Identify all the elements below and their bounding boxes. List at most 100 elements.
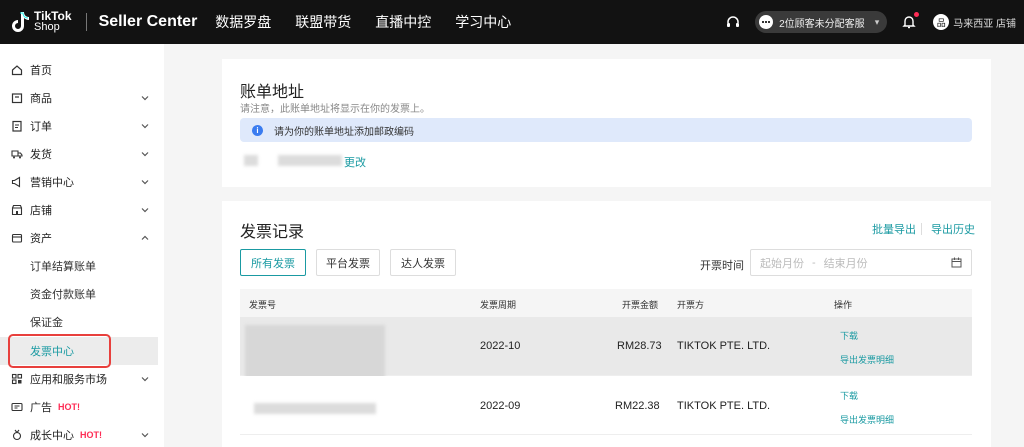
sidebar-item-growth-center[interactable]: 成长中心 HOT!	[0, 421, 164, 447]
chevron-down-icon	[141, 208, 149, 213]
chevron-down-icon	[141, 377, 149, 382]
growth-medal-icon	[12, 429, 22, 441]
billing-address-subtitle: 请注意，此账单地址将显示在你的发票上。	[240, 104, 430, 115]
table-row: 2022-09 RM22.38 TIKTOK PTE. LTD. 下载 导出发票…	[240, 376, 972, 435]
sidebar-item-label: 营销中心	[30, 177, 74, 189]
sidebar-sub-fund-payment[interactable]: 资金付款账单	[0, 280, 164, 308]
headset-icon[interactable]	[725, 14, 741, 30]
tab-all-invoices[interactable]: 所有发票	[240, 249, 306, 276]
date-range-separator: -	[812, 256, 816, 269]
top-navigation-bar: TikTok Shop Seller Center 数据罗盘 联盟带货 直播中控…	[0, 0, 1024, 44]
topbar-right-group: 2位顾客未分配客服 ▾ 品 马来西亚 店铺	[725, 0, 1024, 44]
chevron-down-icon: ▾	[874, 16, 880, 27]
postal-code-notice: i 请为你的账单地址添加邮政编码	[240, 118, 972, 142]
chevron-down-icon	[141, 433, 149, 438]
table-row: 2022-10 RM28.73 TIKTOK PTE. LTD. 下载 导出发票…	[240, 317, 972, 381]
invoice-table-header: 发票号 发票周期 开票金额 开票方 操作	[240, 289, 972, 317]
logo-wordmark: TikTok Shop	[34, 10, 72, 33]
notification-dot	[914, 12, 920, 17]
download-link[interactable]: 下载	[840, 389, 858, 402]
shop-name[interactable]: 马来西亚 店铺	[953, 15, 1016, 30]
nav-learning-center[interactable]: 学习中心	[455, 12, 511, 32]
sidebar-item-shipping[interactable]: 发货	[0, 140, 164, 168]
sidebar-item-assets[interactable]: 资产	[0, 224, 164, 252]
sidebar-item-products[interactable]: 商品	[0, 84, 164, 112]
column-header-issuer: 开票方	[677, 300, 705, 310]
tab-platform-invoices[interactable]: 平台发票	[316, 249, 380, 276]
redacted-invoice-number	[245, 325, 385, 381]
end-month-placeholder: 结束月份	[823, 257, 868, 270]
invoice-issuer: TIKTOK PTE. LTD.	[677, 340, 771, 352]
tab-creator-invoices[interactable]: 达人发票	[390, 249, 456, 276]
chevron-down-icon	[141, 96, 149, 101]
invoice-records-card: 发票记录 批量导出 导出历史 所有发票 平台发票 达人发票 开票时间 起始月份 …	[222, 201, 991, 447]
invoice-amount: RM28.73	[617, 340, 662, 352]
redacted-address	[244, 155, 258, 166]
column-header-actions: 操作	[834, 300, 853, 310]
billing-address-title: 账单地址	[240, 84, 305, 101]
seller-center-title[interactable]: Seller Center	[99, 13, 198, 31]
invoice-records-title: 发票记录	[240, 224, 305, 241]
tiktok-shop-logo[interactable]: TikTok Shop	[12, 10, 72, 33]
sidebar-item-store[interactable]: 店铺	[0, 196, 164, 224]
order-clipboard-icon	[12, 120, 22, 132]
bulk-export-link[interactable]: 批量导出	[872, 221, 916, 237]
chevron-down-icon	[141, 124, 149, 129]
sidebar-item-label: 资产	[30, 233, 52, 245]
notification-bell[interactable]	[901, 12, 920, 30]
link-divider	[921, 223, 922, 235]
sidebar-item-orders[interactable]: 订单	[0, 112, 164, 140]
sidebar-item-label: 发货	[30, 149, 52, 161]
column-header-period: 发票周期	[480, 300, 517, 310]
nav-data-compass[interactable]: 数据罗盘	[215, 12, 271, 32]
billing-address-card: 账单地址 请注意，此账单地址将显示在你的发票上。 i 请为你的账单地址添加邮政编…	[222, 59, 991, 187]
sidebar-sub-order-settlement[interactable]: 订单结算账单	[0, 252, 164, 280]
download-link[interactable]: 下载	[840, 329, 858, 342]
info-icon: i	[252, 124, 263, 136]
export-invoice-details-link[interactable]: 导出发票明细	[840, 353, 894, 366]
sidebar: 首页 商品 订单 发货 营销中心 店铺 资产 订单结算账单 资金付款账单 保证金…	[0, 44, 164, 447]
postal-code-notice-text: 请为你的账单地址添加邮政编码	[274, 126, 414, 138]
redacted-invoice-number	[254, 403, 376, 414]
megaphone-icon	[11, 176, 21, 188]
export-history-link[interactable]: 导出历史	[931, 221, 975, 237]
start-month-placeholder: 起始月份	[760, 257, 804, 270]
invoice-period: 2022-10	[480, 340, 521, 352]
store-icon	[11, 204, 23, 216]
product-box-icon	[11, 93, 23, 104]
redacted-address	[278, 155, 342, 166]
highlight-box	[8, 334, 111, 368]
export-invoice-details-link[interactable]: 导出发票明细	[840, 413, 894, 426]
invoice-date-label: 开票时间	[700, 260, 744, 272]
delivery-truck-icon	[11, 150, 23, 159]
sidebar-item-label: 成长中心	[30, 430, 74, 442]
customer-service-status[interactable]: 2位顾客未分配客服 ▾	[755, 11, 888, 33]
nav-affiliate[interactable]: 联盟带货	[295, 12, 351, 32]
ads-screen-icon	[11, 402, 23, 412]
topbar-divider	[85, 13, 87, 31]
edit-address-link[interactable]: 更改	[344, 154, 366, 170]
sidebar-item-label: 广告	[30, 402, 52, 414]
tiktok-note-icon	[12, 12, 29, 32]
logo-sub-text: Shop	[34, 21, 60, 33]
hot-badge: HOT!	[80, 430, 102, 440]
sidebar-item-label: 首页	[30, 65, 52, 77]
invoice-issuer: TIKTOK PTE. LTD.	[677, 400, 771, 412]
sidebar-item-home[interactable]: 首页	[0, 56, 164, 84]
sidebar-item-label: 应用和服务市场	[30, 374, 107, 386]
sidebar-item-marketing[interactable]: 营销中心	[0, 168, 164, 196]
nav-live-control[interactable]: 直播中控	[375, 12, 431, 32]
customer-service-text: 2位顾客未分配客服	[779, 18, 865, 30]
sidebar-item-ads[interactable]: 广告 HOT!	[0, 393, 164, 421]
column-header-invoice-no: 发票号	[249, 300, 277, 310]
home-icon	[11, 65, 23, 76]
invoice-date-range-picker[interactable]: 起始月份 - 结束月份	[750, 249, 972, 276]
chevron-up-icon	[141, 235, 149, 240]
apps-grid-icon	[11, 373, 23, 385]
sidebar-item-app-market[interactable]: 应用和服务市场	[0, 365, 164, 393]
sidebar-sub-deposit[interactable]: 保证金	[0, 308, 164, 336]
invoice-period: 2022-09	[480, 400, 521, 412]
wallet-icon	[11, 233, 23, 243]
shop-avatar[interactable]: 品	[933, 14, 950, 30]
hot-badge: HOT!	[58, 402, 80, 412]
